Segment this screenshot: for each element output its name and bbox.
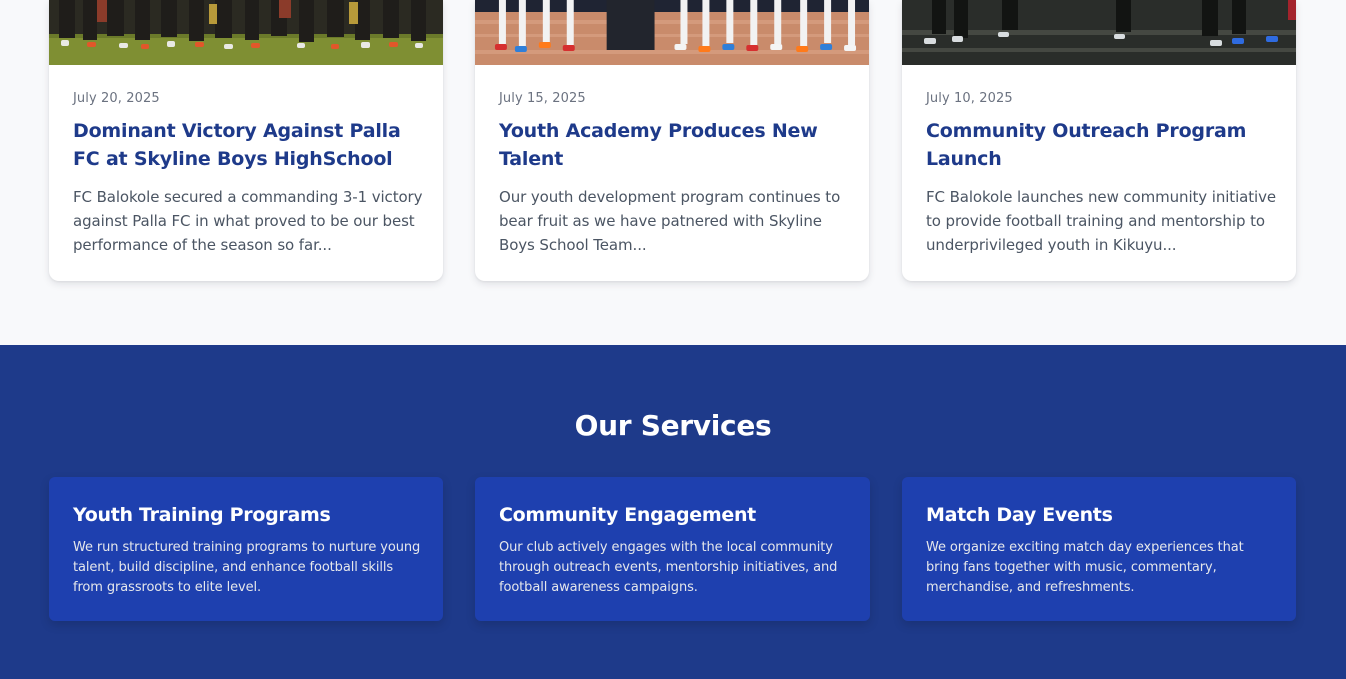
news-date: July 20, 2025 bbox=[73, 91, 160, 106]
news-card-community-outreach[interactable]: July 10, 2025 Community Outreach Program… bbox=[902, 0, 1296, 281]
news-photo-team-on-grass[interactable] bbox=[49, 0, 443, 65]
news-title[interactable]: Dominant Victory Against Palla FC at Sky… bbox=[73, 117, 423, 173]
services-section: Our Services Youth Training Programs We … bbox=[0, 345, 1346, 679]
news-excerpt: FC Balokole launches new community initi… bbox=[926, 188, 1276, 254]
news-card-palla-victory[interactable]: July 20, 2025 Dominant Victory Against P… bbox=[49, 0, 443, 281]
service-title: Youth Training Programs bbox=[73, 504, 331, 526]
news-date: July 15, 2025 bbox=[499, 91, 586, 106]
news-card-youth-academy[interactable]: July 15, 2025 Youth Academy Produces New… bbox=[475, 0, 869, 281]
news-title[interactable]: Community Outreach Program Launch bbox=[926, 117, 1276, 173]
service-card-match-day-events[interactable]: Match Day Events We organize exciting ma… bbox=[902, 477, 1296, 621]
news-photo-youth-team[interactable] bbox=[475, 0, 869, 65]
service-title: Community Engagement bbox=[499, 504, 756, 526]
service-card-youth-training[interactable]: Youth Training Programs We run structure… bbox=[49, 477, 443, 621]
news-title[interactable]: Youth Academy Produces New Talent bbox=[499, 117, 849, 173]
service-description: We run structured training programs to n… bbox=[73, 540, 421, 595]
services-heading: Our Services bbox=[574, 409, 772, 442]
service-description: Our club actively engages with the local… bbox=[499, 540, 838, 595]
news-photo-wet-pitch[interactable] bbox=[902, 0, 1296, 65]
service-description: We organize exciting match day experienc… bbox=[926, 540, 1244, 595]
news-date: July 10, 2025 bbox=[926, 91, 1013, 106]
service-card-community-engagement[interactable]: Community Engagement Our club actively e… bbox=[475, 477, 870, 621]
service-title: Match Day Events bbox=[926, 504, 1113, 526]
news-excerpt: Our youth development program continues … bbox=[499, 188, 841, 254]
news-section: July 20, 2025 Dominant Victory Against P… bbox=[0, 0, 1346, 345]
news-excerpt: FC Balokole secured a commanding 3-1 vic… bbox=[73, 188, 423, 254]
